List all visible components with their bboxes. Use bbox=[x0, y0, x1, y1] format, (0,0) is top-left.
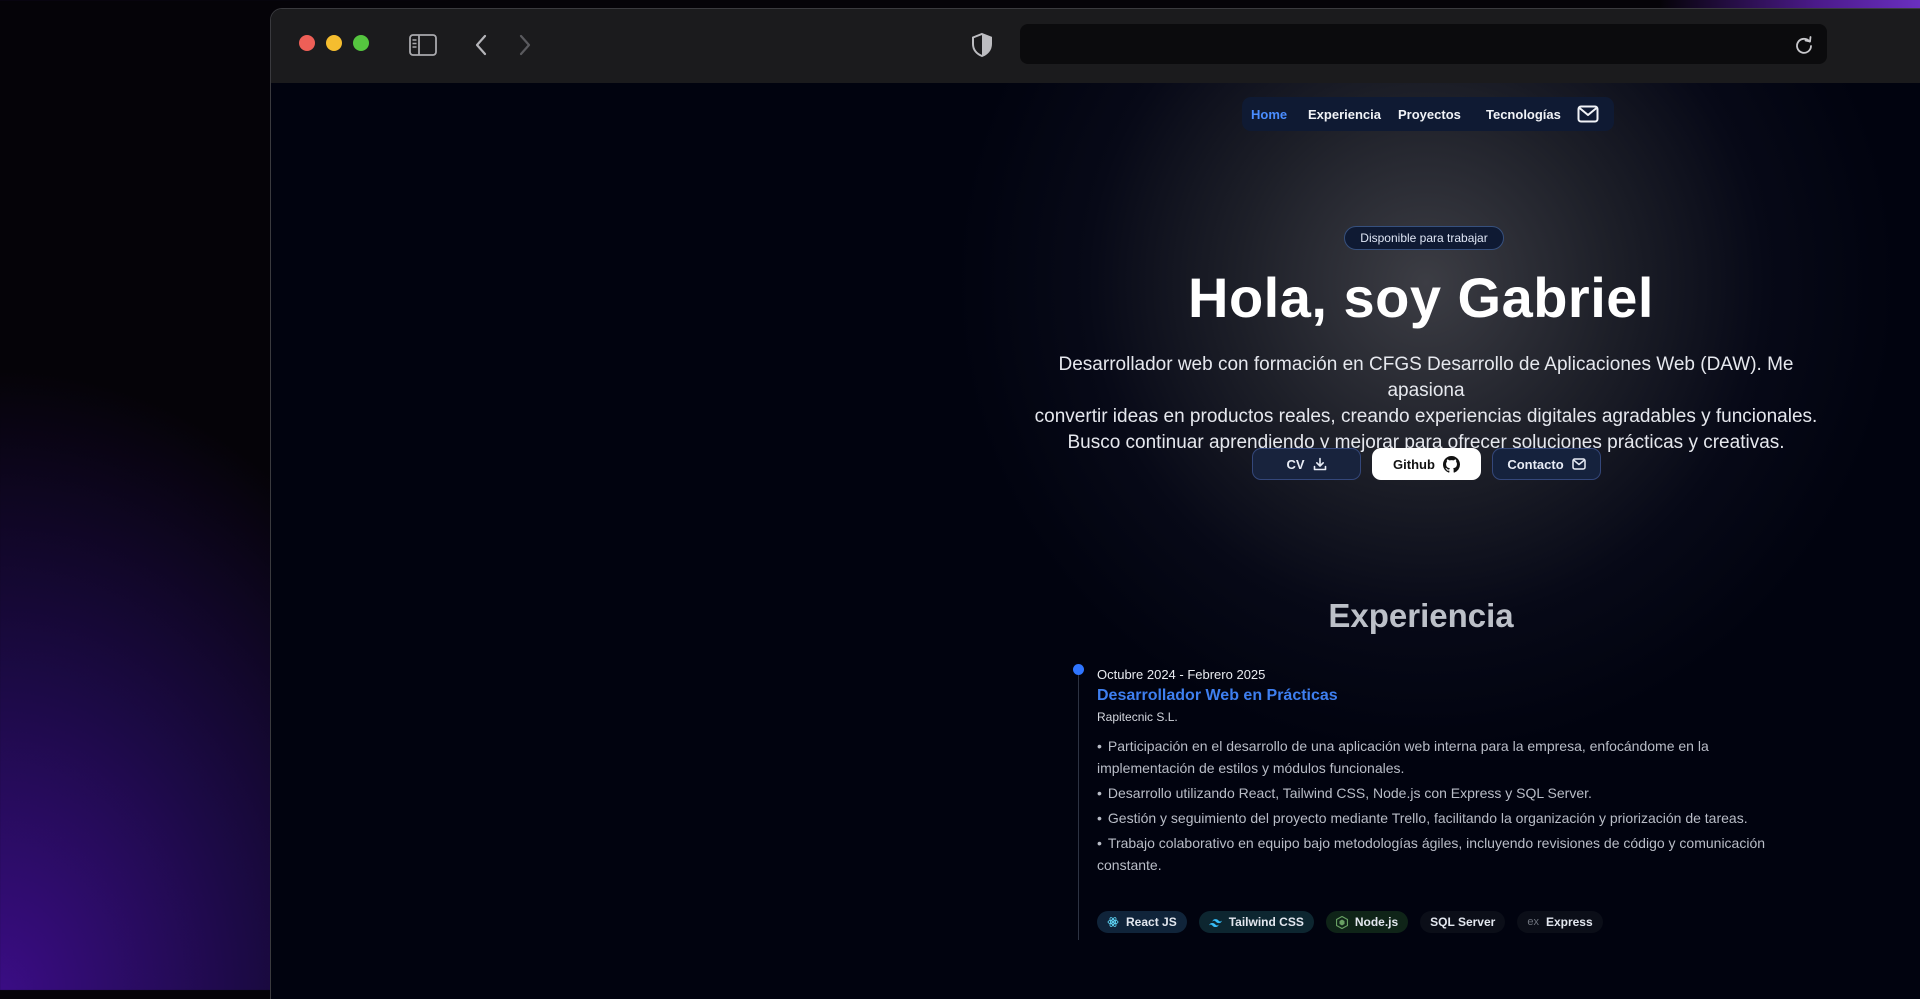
experience-date: Octubre 2024 - Febrero 2025 bbox=[1097, 667, 1266, 682]
express-icon: ex bbox=[1527, 916, 1539, 928]
tag-label: SQL Server bbox=[1430, 915, 1496, 929]
experience-role: Desarrollador Web en Prácticas bbox=[1097, 687, 1338, 704]
nav-link-tecnologias[interactable]: Tecnologías bbox=[1486, 107, 1561, 122]
contact-button-label: Contacto bbox=[1507, 456, 1564, 472]
address-bar[interactable] bbox=[1020, 24, 1827, 64]
availability-badge: Disponible para trabajar bbox=[1344, 226, 1504, 250]
cv-button-label: CV bbox=[1286, 456, 1305, 472]
timeline-line bbox=[1078, 670, 1079, 940]
hero-title: Hola, soy Gabriel bbox=[1188, 266, 1654, 329]
reload-icon[interactable] bbox=[1794, 35, 1814, 55]
minimize-window-button[interactable] bbox=[326, 35, 342, 51]
mail-icon bbox=[1571, 458, 1586, 470]
browser-window: Home Experiencia Proyectos Tecnologías D… bbox=[270, 8, 1920, 999]
nav-link-experiencia[interactable]: Experiencia bbox=[1308, 107, 1381, 122]
tag-label: React JS bbox=[1126, 915, 1177, 929]
browser-toolbar bbox=[271, 9, 1920, 84]
hero-description-line: Desarrollador web con formación en CFGS … bbox=[1058, 354, 1794, 401]
experience-bullets: Participación en el desarrollo de una ap… bbox=[1097, 735, 1767, 879]
experience-bullet: Trabajo colaborativo en equipo bajo meto… bbox=[1097, 832, 1767, 876]
close-window-button[interactable] bbox=[299, 35, 315, 51]
forward-arrow-icon[interactable] bbox=[518, 34, 532, 56]
tag-sql-server: SQL Server bbox=[1420, 911, 1506, 933]
tag-label: Tailwind CSS bbox=[1228, 915, 1304, 929]
experience-bullet: Gestión y seguimiento del proyecto media… bbox=[1097, 807, 1767, 829]
tag-nodejs: Node.js bbox=[1325, 911, 1409, 933]
hero-description-line: convertir ideas en productos reales, cre… bbox=[1034, 406, 1818, 427]
back-arrow-icon[interactable] bbox=[474, 34, 488, 56]
tag-express: ex Express bbox=[1517, 911, 1603, 933]
experience-company: Rapitecnic S.L. bbox=[1097, 710, 1178, 724]
technology-tags: React JS Tailwind CSS Node.js SQL Server… bbox=[1097, 911, 1603, 933]
experience-bullet: Desarrollo utilizando React, Tailwind CS… bbox=[1097, 782, 1767, 804]
hero-description: Desarrollador web con formación en CFGS … bbox=[1021, 352, 1831, 456]
tag-react: React JS bbox=[1097, 911, 1187, 933]
tag-tailwind: Tailwind CSS bbox=[1198, 911, 1314, 933]
cv-download-button[interactable]: CV bbox=[1252, 448, 1361, 480]
tag-label: Express bbox=[1545, 915, 1593, 929]
nav-link-home[interactable]: Home bbox=[1251, 107, 1287, 122]
experience-bullet: Participación en el desarrollo de una ap… bbox=[1097, 735, 1767, 779]
sidebar-toggle-icon[interactable] bbox=[409, 34, 437, 56]
zoom-window-button[interactable] bbox=[353, 35, 369, 51]
page-viewport: Home Experiencia Proyectos Tecnologías D… bbox=[271, 83, 1920, 999]
tailwind-icon bbox=[1208, 918, 1222, 927]
github-icon bbox=[1442, 455, 1460, 473]
nodejs-icon bbox=[1335, 915, 1348, 929]
timeline-dot bbox=[1073, 664, 1084, 675]
top-navigation: Home Experiencia Proyectos Tecnologías bbox=[1242, 97, 1614, 131]
mail-icon[interactable] bbox=[1577, 105, 1599, 123]
experience-section-title: Experiencia bbox=[1328, 597, 1514, 634]
github-button[interactable]: Github bbox=[1372, 448, 1481, 480]
react-icon bbox=[1107, 917, 1119, 927]
tag-label: Node.js bbox=[1354, 915, 1399, 929]
nav-link-proyectos[interactable]: Proyectos bbox=[1398, 107, 1461, 122]
privacy-shield-icon[interactable] bbox=[971, 32, 993, 58]
github-button-label: Github bbox=[1393, 456, 1435, 472]
download-icon bbox=[1313, 457, 1326, 471]
contact-button[interactable]: Contacto bbox=[1492, 448, 1601, 480]
